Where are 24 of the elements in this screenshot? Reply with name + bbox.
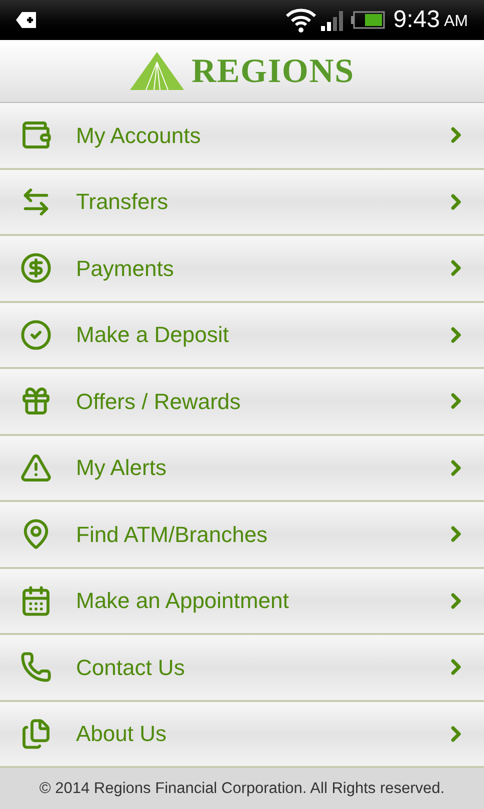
battery-icon — [351, 11, 386, 29]
logo-text: REGIONS — [192, 52, 354, 92]
clock-meridiem: AM — [444, 12, 468, 32]
menu-item[interactable]: Payments — [0, 236, 484, 302]
alert-icon — [20, 452, 52, 484]
menu-item[interactable]: Make a Deposit — [0, 302, 484, 369]
calendar-icon — [20, 584, 52, 617]
menu-item[interactable]: My Accounts — [0, 103, 484, 170]
menu-item[interactable]: Contact Us — [0, 635, 484, 702]
menu-item[interactable]: Make an Appointment — [0, 568, 484, 635]
menu-item[interactable]: About Us — [0, 702, 484, 768]
menu-item[interactable]: Transfers — [0, 170, 484, 236]
wifi-icon — [285, 7, 318, 33]
notification-icon — [16, 12, 36, 28]
clock-time: 9:43 — [393, 5, 440, 35]
document-icon — [20, 718, 52, 750]
menu-item[interactable]: Offers / Rewards — [0, 369, 484, 436]
phone-icon — [20, 651, 52, 684]
logo-icon — [130, 52, 184, 90]
deposit-check-icon — [20, 318, 52, 351]
gift-icon — [20, 385, 52, 418]
menu-item[interactable]: My Alerts — [0, 436, 484, 502]
menu-item[interactable]: Find ATM/Branches — [0, 502, 484, 568]
copyright-text: © 2014 Regions Financial Corporation. All Rights reserved. — [39, 778, 445, 799]
